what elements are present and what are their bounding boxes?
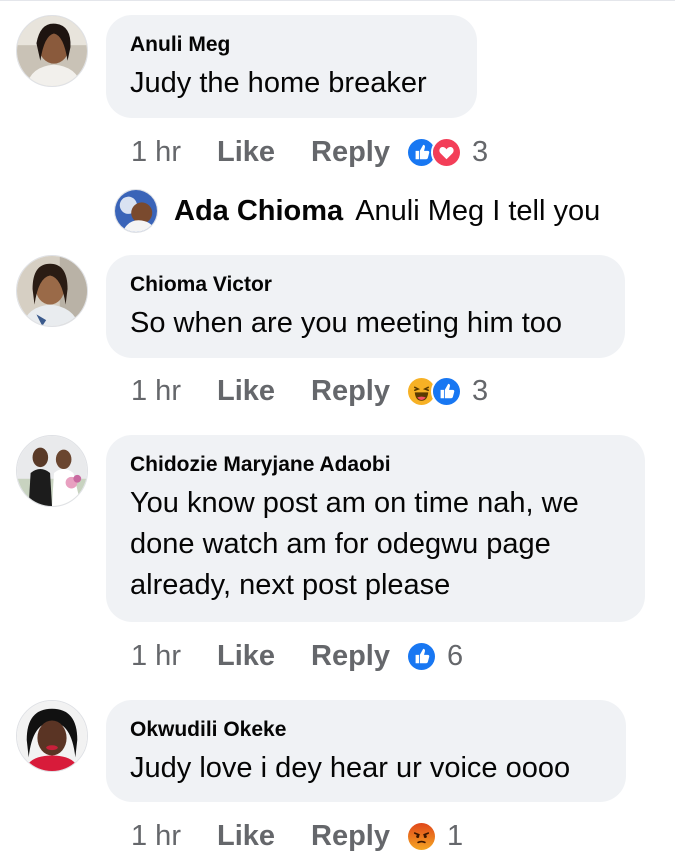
like-button[interactable]: Like — [217, 136, 275, 169]
like-button[interactable]: Like — [217, 820, 275, 853]
reaction-count[interactable]: 3 — [472, 375, 488, 408]
comment-actions: 1 hr Like Reply 3 — [131, 132, 488, 172]
angry-icon — [406, 820, 437, 852]
comment-author[interactable]: Chidozie Maryjane Adaobi — [130, 453, 621, 477]
comment-time[interactable]: 1 hr — [131, 136, 181, 169]
top-divider — [0, 0, 675, 1]
comment-actions: 1 hr Like Reply 1 — [131, 816, 463, 856]
comment-time[interactable]: 1 hr — [131, 640, 181, 673]
avatar[interactable] — [16, 700, 88, 772]
reaction-count[interactable]: 6 — [447, 640, 463, 673]
comment-actions: 1 hr Like Reply 3 — [131, 371, 488, 411]
comment-text: Judy love i dey hear ur voice oooo — [130, 752, 571, 784]
comment-text: So when are you meeting him too — [130, 307, 563, 339]
reply-text: Anuli Meg I tell you — [355, 194, 601, 227]
reply-button[interactable]: Reply — [311, 375, 390, 408]
comment-time[interactable]: 1 hr — [131, 375, 181, 408]
reply-button[interactable]: Reply — [311, 136, 390, 169]
like-button[interactable]: Like — [217, 375, 275, 408]
reaction-summary[interactable] — [406, 820, 437, 852]
comment-text: You know post am on time nah, we done wa… — [130, 487, 579, 601]
reply-preview[interactable]: Ada Chioma Anuli Meg I tell you — [114, 189, 600, 233]
avatar[interactable] — [16, 15, 88, 87]
reaction-summary[interactable] — [406, 640, 437, 672]
reaction-count[interactable]: 3 — [472, 136, 488, 169]
love-icon — [431, 136, 462, 168]
comment-bubble: Chioma Victor So when are you meeting hi… — [106, 255, 625, 358]
comment-bubble: Chidozie Maryjane Adaobi You know post a… — [106, 435, 645, 622]
reaction-summary[interactable] — [406, 375, 462, 407]
like-icon — [431, 375, 462, 407]
comment-text: Judy the home breaker — [130, 67, 427, 99]
comment-author[interactable]: Anuli Meg — [130, 33, 453, 57]
comment-author[interactable]: Okwudili Okeke — [130, 718, 602, 742]
avatar[interactable] — [16, 255, 88, 327]
comment-actions: 1 hr Like Reply 6 — [131, 636, 463, 676]
reaction-summary[interactable] — [406, 136, 462, 168]
like-icon — [406, 640, 437, 672]
reply-button[interactable]: Reply — [311, 820, 390, 853]
comment-bubble: Okwudili Okeke Judy love i dey hear ur v… — [106, 700, 626, 802]
like-button[interactable]: Like — [217, 640, 275, 673]
comment-bubble: Anuli Meg Judy the home breaker — [106, 15, 477, 118]
reply-avatar — [114, 189, 158, 233]
comment-author[interactable]: Chioma Victor — [130, 273, 601, 297]
reply-author[interactable]: Ada Chioma — [174, 195, 343, 228]
reply-button[interactable]: Reply — [311, 640, 390, 673]
reaction-count[interactable]: 1 — [447, 820, 463, 853]
avatar[interactable] — [16, 435, 88, 507]
comment-time[interactable]: 1 hr — [131, 820, 181, 853]
